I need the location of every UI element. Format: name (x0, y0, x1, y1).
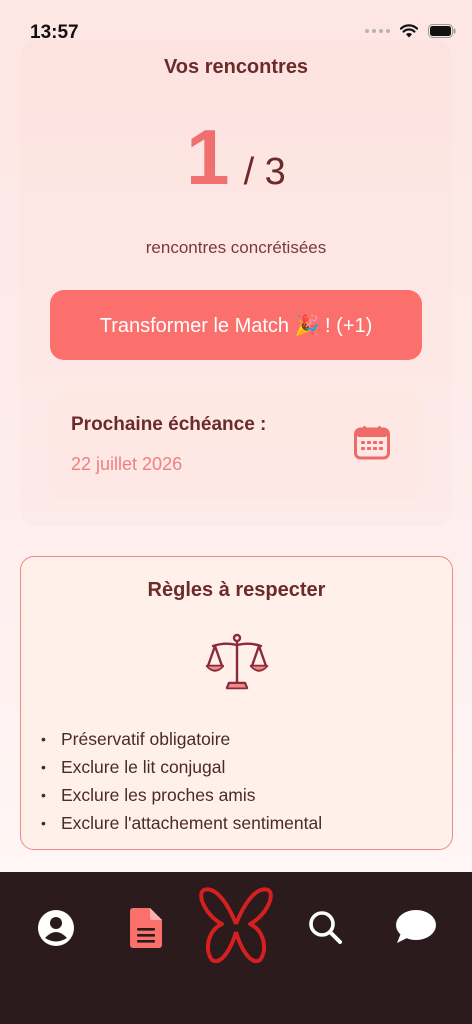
tab-search[interactable] (306, 908, 344, 946)
rule-item: Exclure les proches amis (41, 781, 322, 809)
transform-match-label: Transformer le Match 🎉 ! (+1) (99, 314, 373, 337)
search-icon (309, 911, 342, 944)
tab-bar (0, 872, 472, 1024)
rules-list: Préservatif obligatoire Exclure le lit c… (41, 725, 322, 837)
transform-match-button[interactable]: Transformer le Match 🎉 ! (+1) (50, 290, 422, 360)
document-icon (130, 908, 162, 948)
scale-icon (205, 633, 269, 690)
calendar-icon[interactable] (354, 426, 390, 460)
encounter-counter: 1 / 3 (0, 118, 472, 196)
rule-item: Exclure le lit conjugal (41, 753, 322, 781)
battery-icon (428, 24, 456, 38)
counter-total: / 3 (243, 151, 286, 193)
rules-card: Règles à respecter Préservatif obligatoi… (20, 556, 453, 850)
tab-home[interactable] (196, 884, 276, 964)
rules-title: Règles à respecter (147, 579, 326, 601)
wifi-icon (400, 24, 418, 38)
profile-icon (38, 910, 74, 946)
page-title: Vos rencontres (163, 56, 309, 78)
counter-label: rencontres concrétisées (145, 238, 327, 257)
tab-profile[interactable] (36, 908, 76, 948)
deadline-label: Prochaine échéance : (71, 414, 267, 435)
deadline-card[interactable]: Prochaine échéance : 22 juillet 2026 (50, 388, 422, 500)
rule-item: Préservatif obligatoire (41, 725, 322, 753)
rule-item: Exclure l'attachement sentimental (41, 809, 322, 837)
tab-chat[interactable] (394, 908, 438, 946)
status-indicators (365, 24, 456, 38)
butterfly-logo (199, 887, 273, 964)
counter-current: 1 (186, 113, 230, 201)
tab-documents[interactable] (128, 906, 164, 950)
chat-icon (396, 910, 436, 943)
deadline-date: 22 juillet 2026 (71, 454, 183, 474)
signal-icon (365, 29, 390, 33)
